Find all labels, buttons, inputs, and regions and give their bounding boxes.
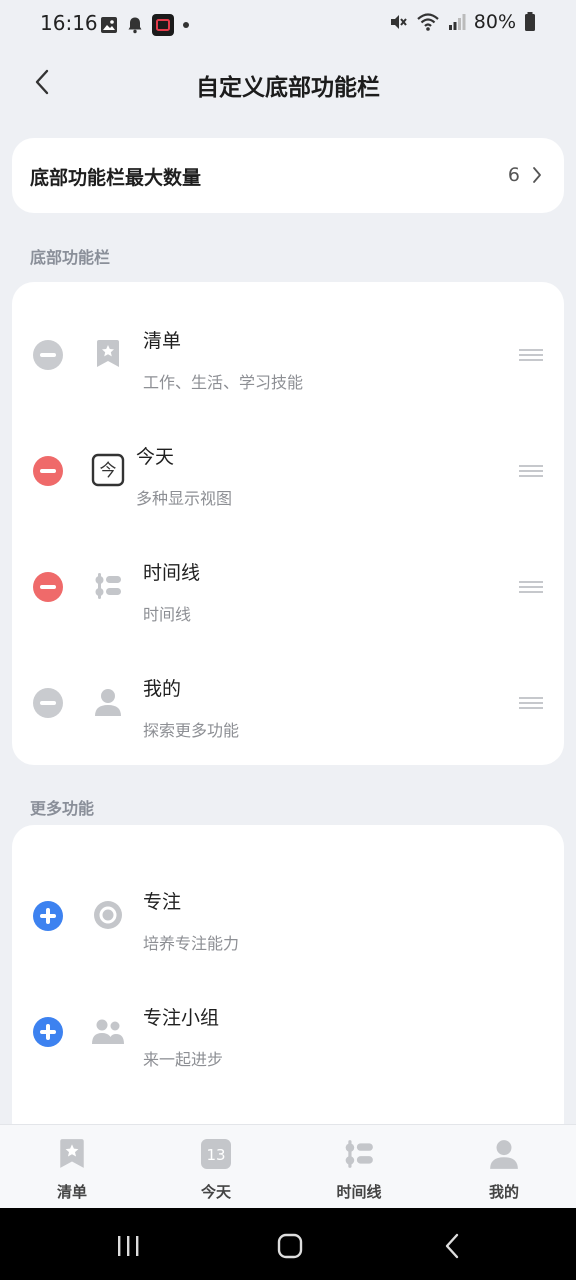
tab-label: 时间线	[336, 1183, 382, 1201]
recent-apps-icon	[118, 1236, 139, 1256]
item-title: 清单	[143, 330, 182, 352]
tab-me[interactable]: 我的	[444, 1125, 564, 1209]
item-subtitle: 多种显示视图	[136, 489, 233, 508]
item-subtitle: 培养专注能力	[143, 934, 240, 953]
tab-today[interactable]: 13 今天	[156, 1125, 276, 1209]
tab-bar: 清单 13 今天 时间线 我的	[0, 1124, 576, 1208]
item-title: 专注	[143, 891, 182, 913]
remove-button[interactable]	[33, 572, 63, 602]
drag-handle[interactable]	[519, 465, 543, 477]
list-item: 清单 工作、生活、学习技能	[12, 282, 564, 398]
signal-icon	[448, 14, 466, 30]
item-subtitle: 时间线	[143, 605, 192, 624]
list-bookmark-icon	[90, 336, 126, 372]
tab-label: 今天	[200, 1183, 231, 1201]
battery-icon	[525, 12, 535, 31]
item-subtitle: 探索更多功能	[143, 721, 240, 740]
dot-icon	[183, 22, 189, 28]
wifi-icon	[417, 13, 439, 31]
section-title-bottom-bar: 底部功能栏	[30, 248, 111, 267]
battery-percent: 80%	[473, 11, 516, 33]
item-subtitle: 工作、生活、学习技能	[143, 373, 304, 392]
calendar-13-icon: 13	[200, 1137, 232, 1171]
today-calendar-icon: 今	[90, 452, 126, 488]
image-icon	[101, 17, 117, 33]
system-nav-bar	[0, 1208, 576, 1280]
item-title: 我的	[143, 678, 182, 700]
status-time: 16:16	[40, 11, 98, 35]
app-notification-icon	[152, 14, 174, 36]
header: 自定义底部功能栏	[0, 56, 576, 112]
focus-circle-icon	[90, 897, 126, 933]
list-item: 专注小组 来一起进步	[12, 959, 564, 1075]
timeline-icon	[90, 568, 126, 604]
list-bookmark-icon	[56, 1137, 88, 1171]
max-count-value: 6	[507, 164, 520, 186]
timeline-icon	[343, 1137, 375, 1171]
mute-icon	[390, 15, 407, 29]
tab-label: 清单	[56, 1183, 87, 1201]
status-right-icons: 80%	[388, 11, 536, 33]
chevron-right-icon	[533, 167, 541, 183]
section-title-more: 更多功能	[30, 799, 95, 818]
status-left-icons	[100, 14, 190, 36]
list-item: 专注 培养专注能力	[12, 843, 564, 959]
list-item: 我的 探索更多功能	[12, 630, 564, 746]
item-title: 今天	[136, 446, 175, 468]
remove-button[interactable]	[33, 456, 63, 486]
list-item: 今 今天 多种显示视图	[12, 398, 564, 514]
add-button[interactable]	[33, 1017, 63, 1047]
drag-handle[interactable]	[519, 581, 543, 593]
list-item: 时间线 时间线	[12, 514, 564, 630]
item-subtitle: 来一起进步	[143, 1050, 224, 1069]
remove-button[interactable]	[33, 340, 63, 370]
home-button[interactable]	[260, 1228, 320, 1264]
item-title: 时间线	[143, 562, 201, 584]
max-count-row[interactable]: 底部功能栏最大数量 6	[12, 138, 564, 213]
group-icon	[90, 1013, 126, 1049]
person-icon	[488, 1137, 520, 1171]
max-count-label: 底部功能栏最大数量	[30, 167, 202, 189]
home-icon	[277, 1233, 303, 1259]
back-icon	[445, 1233, 459, 1259]
status-bar: 16:16 80%	[0, 0, 576, 48]
more-features-list: 专注 培养专注能力 专注小组 来一起进步 统计	[12, 825, 564, 1163]
recent-apps-button[interactable]	[98, 1228, 158, 1264]
page-title: 自定义底部功能栏	[196, 75, 380, 101]
remove-button[interactable]	[33, 688, 63, 718]
add-button[interactable]	[33, 901, 63, 931]
tab-label: 我的	[488, 1183, 519, 1201]
drag-handle[interactable]	[519, 349, 543, 361]
bell-icon	[128, 17, 142, 34]
tab-list[interactable]: 清单	[12, 1125, 132, 1209]
item-title: 专注小组	[143, 1007, 220, 1029]
tab-timeline[interactable]: 时间线	[299, 1125, 419, 1209]
back-nav-button[interactable]	[422, 1228, 482, 1264]
calendar-date: 13	[206, 1146, 225, 1164]
drag-handle[interactable]	[519, 697, 543, 709]
svg-text:今: 今	[100, 461, 117, 481]
bottom-bar-list: 清单 工作、生活、学习技能 今 今天 多种显示视图 时间线 时间线 我的 探索更…	[12, 282, 564, 765]
person-icon	[90, 684, 126, 720]
